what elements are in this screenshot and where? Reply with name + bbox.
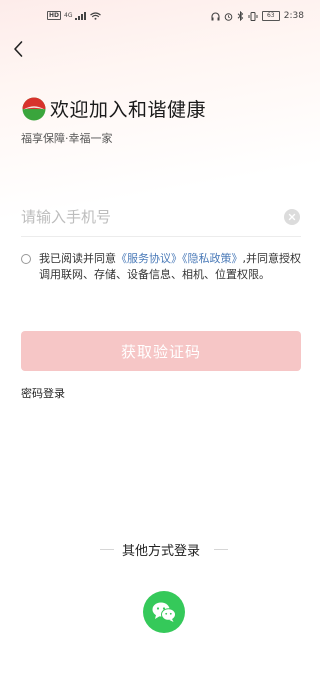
agreement-prefix: 我已阅读并同意 — [39, 252, 116, 265]
phone-input[interactable] — [21, 204, 271, 230]
alarm-icon — [224, 12, 233, 21]
input-underline — [21, 236, 301, 237]
status-bar: HD 4G 63 2:38 — [0, 0, 320, 36]
hd-icon: HD — [47, 11, 62, 20]
signal-label: 4G — [64, 12, 73, 19]
privacy-policy-link[interactable]: 《隐私政策》 — [182, 252, 243, 265]
bluetooth-icon — [237, 11, 244, 21]
chevron-left-icon — [14, 41, 23, 57]
service-agreement-link[interactable]: 《服务协议》 — [116, 252, 182, 265]
wechat-login-button[interactable] — [143, 591, 185, 633]
agreement-text: 我已阅读并同意《服务协议》《隐私政策》,并同意授权调用联网、存储、设备信息、相机… — [39, 251, 301, 283]
status-time: 2:38 — [283, 11, 304, 21]
battery-level: 63 — [266, 12, 275, 19]
signal-icon — [75, 11, 87, 20]
wifi-icon — [90, 11, 102, 20]
get-verification-code-button[interactable]: 获取验证码 — [21, 331, 301, 371]
status-right: 63 2:38 — [211, 11, 304, 21]
close-icon — [288, 213, 296, 221]
wechat-icon — [152, 602, 176, 622]
headphones-icon — [211, 11, 220, 20]
page-title: 欢迎加入和谐健康 — [50, 99, 207, 121]
page-subtitle: 福享保障·幸福一家 — [21, 132, 113, 145]
status-left: HD 4G — [47, 11, 102, 20]
clear-input-button[interactable] — [284, 209, 300, 225]
vibrate-icon — [248, 11, 258, 21]
divider-left — [100, 549, 114, 550]
other-login-row: 其他方式登录 — [100, 540, 228, 559]
battery-icon: 63 — [261, 11, 280, 21]
title-row: 欢迎加入和谐健康 — [22, 95, 206, 122]
logo-icon — [22, 97, 46, 120]
divider-right — [214, 549, 228, 550]
other-login-label: 其他方式登录 — [122, 544, 201, 559]
password-login-link[interactable]: 密码登录 — [21, 385, 65, 401]
agreement-checkbox[interactable] — [21, 254, 31, 264]
back-button[interactable] — [8, 38, 30, 60]
